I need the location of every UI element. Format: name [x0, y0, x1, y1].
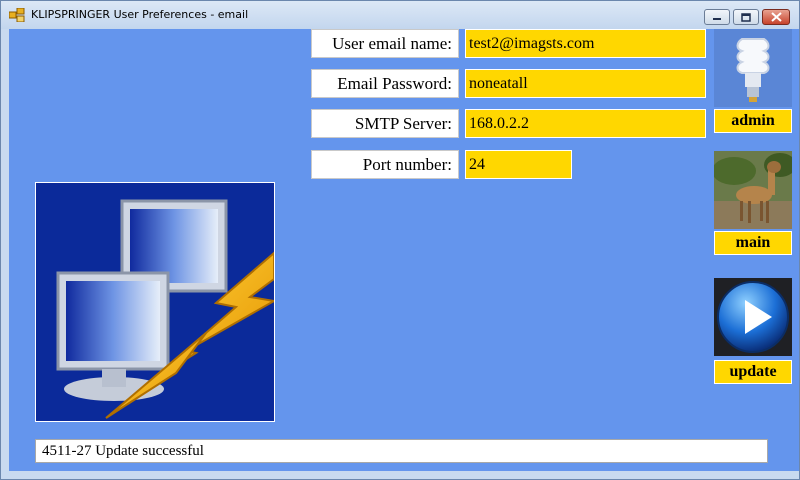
update-button[interactable]: update — [714, 360, 792, 384]
minimize-button[interactable] — [704, 9, 730, 25]
smtp-server-field[interactable] — [465, 109, 706, 138]
deer-photo[interactable] — [714, 151, 792, 229]
smtp-server-label: SMTP Server: — [311, 109, 459, 138]
port-number-field[interactable] — [465, 150, 572, 179]
close-icon — [770, 12, 782, 22]
maximize-button[interactable] — [733, 9, 759, 25]
client-area: User email name: Email Password: SMTP Se… — [9, 29, 799, 471]
app-window: KLIPSPRINGER User Preferences - email Us… — [0, 0, 800, 480]
app-icon — [9, 8, 25, 22]
lightbulb-icon[interactable] — [714, 29, 792, 107]
smtp-server-input[interactable] — [469, 110, 705, 138]
email-name-field[interactable] — [465, 29, 706, 58]
email-password-field[interactable] — [465, 69, 706, 98]
email-name-input[interactable] — [469, 30, 705, 58]
email-password-input[interactable] — [469, 70, 705, 98]
main-button[interactable]: main — [714, 231, 792, 255]
status-message: 4511-27 Update successful — [35, 439, 768, 463]
close-button[interactable] — [762, 9, 790, 25]
admin-button[interactable]: admin — [714, 109, 792, 133]
email-password-label: Email Password: — [311, 69, 459, 98]
port-number-input[interactable] — [469, 151, 571, 179]
minimize-icon — [713, 18, 721, 20]
play-icon[interactable] — [714, 278, 792, 356]
title-bar: KLIPSPRINGER User Preferences - email — [1, 1, 799, 29]
window-title: KLIPSPRINGER User Preferences - email — [31, 8, 249, 21]
network-computers-lightning-icon — [35, 182, 275, 422]
maximize-icon — [741, 12, 751, 22]
email-name-label: User email name: — [311, 29, 459, 58]
port-number-label: Port number: — [311, 150, 459, 179]
